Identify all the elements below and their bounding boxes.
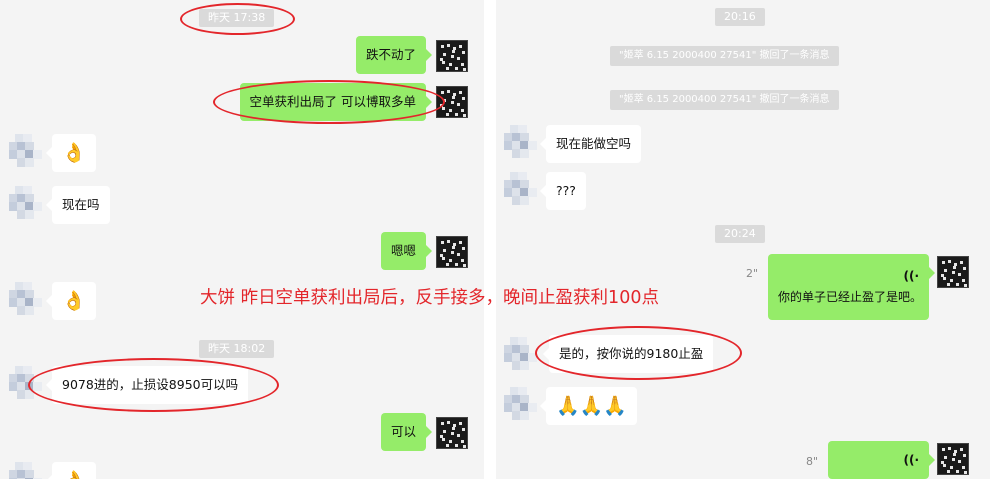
avatar[interactable] [504,387,538,421]
voice-wave-icon: ((· [903,453,919,467]
system-recall-notice: "姬萃 6.15 2000400 27541" 撤回了一条消息 [610,90,839,110]
message-bubble-other[interactable]: 👌 [46,462,96,479]
avatar[interactable] [436,236,468,268]
avatar[interactable] [504,125,538,159]
voice-duration: 2" [746,267,759,280]
voice-message-bubble[interactable]: ((· 你的单子已经止盈了是吧。 [768,254,935,320]
avatar[interactable] [9,366,43,400]
voice-duration: 8" [806,455,819,468]
avatar[interactable] [436,86,468,118]
avatar[interactable] [937,256,969,288]
timestamp: 20:24 [715,225,765,243]
timestamp: 昨天 17:38 [199,9,275,27]
message-bubble-self[interactable]: 可以 [380,413,433,451]
voice-message-bubble[interactable]: ((· [828,441,935,479]
message-bubble-other[interactable]: 现在吗 [46,186,110,224]
voice-wave-icon: ((· [903,269,919,283]
avatar[interactable] [504,337,538,371]
message-bubble-other[interactable]: 👌 [46,134,96,172]
annotation-caption: 大饼 昨日空单获利出局后，反手接多，晚间止盈获利100点 [200,288,659,308]
timestamp: 昨天 18:02 [199,340,275,358]
timestamp: 20:16 [715,8,765,26]
message-bubble-other[interactable]: 9078进的，止损设8950可以吗 [45,366,249,404]
message-bubble-other[interactable]: 🙏🙏🙏 [540,387,637,425]
voice-transcript: 你的单子已经止盈了是吧。 [778,290,923,304]
message-bubble-other[interactable]: 👌 [46,282,96,320]
message-bubble-self[interactable]: 嗯嗯 [380,232,433,270]
right-chat-panel: 20:16 "姬萃 6.15 2000400 27541" 撤回了一条消息 "姬… [496,0,990,479]
system-recall-notice: "姬萃 6.15 2000400 27541" 撤回了一条消息 [610,46,839,66]
avatar[interactable] [436,417,468,449]
avatar[interactable] [436,40,468,72]
left-chat-panel: 昨天 17:38 跌不动了 空单获利出局了 可以博取多单 👌 现在吗 嗯嗯 👌 … [0,0,484,479]
avatar[interactable] [9,186,43,220]
avatar[interactable] [9,134,43,168]
message-bubble-other[interactable]: 是的，按你说的9180止盈 [542,335,714,373]
avatar[interactable] [9,462,43,479]
message-bubble-self[interactable]: 跌不动了 [355,36,433,74]
avatar[interactable] [9,282,43,316]
avatar[interactable] [937,443,969,475]
message-bubble-other[interactable]: ??? [540,172,586,210]
message-bubble-self[interactable]: 空单获利出局了 可以博取多单 [239,83,433,121]
message-bubble-other[interactable]: 现在能做空吗 [539,125,642,163]
avatar[interactable] [504,172,538,206]
